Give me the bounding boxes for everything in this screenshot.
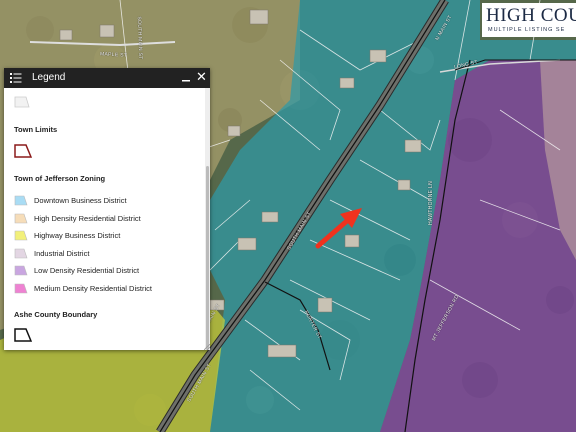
high-country-mls-logo: HIGH COUN MULTIPLE LISTING SE [482, 3, 576, 37]
zoning-swatch [14, 248, 28, 258]
zoning-heading: Town of Jefferson Zoning [14, 174, 106, 183]
zoning-swatch [14, 213, 28, 223]
zoning-legend-label: Highway Business District [34, 231, 121, 240]
logo-sub-text: MULTIPLE LISTING SE [488, 27, 566, 33]
resize-handle-icon[interactable] [204, 344, 210, 350]
zoning-swatch [14, 230, 28, 241]
scrollbar-thumb[interactable] [206, 166, 209, 350]
list-icon [10, 73, 22, 83]
zoning-legend-item: Low Density Residential District [14, 265, 199, 277]
zoning-legend-label: Low Density Residential District [34, 266, 140, 275]
minimize-icon[interactable] [180, 70, 192, 84]
legend-title: Legend [32, 72, 66, 83]
zoning-legend-item: High Density Residential District [14, 213, 199, 225]
zoning-legend-label: Medium Density Residential District [34, 283, 152, 293]
zoning-legend-item: Highway Business District [14, 230, 199, 242]
county-boundary-heading: Ashe County Boundary [14, 310, 98, 319]
zoning-swatch [14, 283, 28, 293]
legend-header: Legend ✕ [4, 68, 210, 88]
logo-main-text: HIGH COUN [486, 5, 576, 26]
zoning-legend-label: Industrial District [34, 248, 90, 258]
zoning-swatch [14, 195, 28, 206]
zoning-legend-item: Industrial District [14, 248, 199, 260]
zoning-swatch [14, 265, 28, 276]
county-boundary-symbol [14, 328, 32, 342]
zoning-legend-item: Medium Density Residential District [14, 283, 199, 295]
zoning-legend-label: High Density Residential District [34, 213, 141, 223]
legend-panel: Legend ✕ Town Limits Town of Jefferson Z… [4, 68, 210, 350]
legend-scrollbar[interactable] [205, 88, 210, 350]
zoning-legend-item: Downtown Business District [14, 195, 199, 207]
zoning-legend-label: Downtown Business District [34, 196, 127, 205]
hawthorne-ln-label: HAWTHORNE LN [427, 181, 434, 225]
partial-polygon-symbol [14, 96, 30, 108]
close-icon[interactable]: ✕ [196, 70, 207, 84]
legend-body: Town Limits Town of Jefferson Zoning Dow… [4, 88, 204, 350]
town-limits-heading: Town Limits [14, 125, 58, 134]
town-limits-symbol [14, 144, 32, 158]
